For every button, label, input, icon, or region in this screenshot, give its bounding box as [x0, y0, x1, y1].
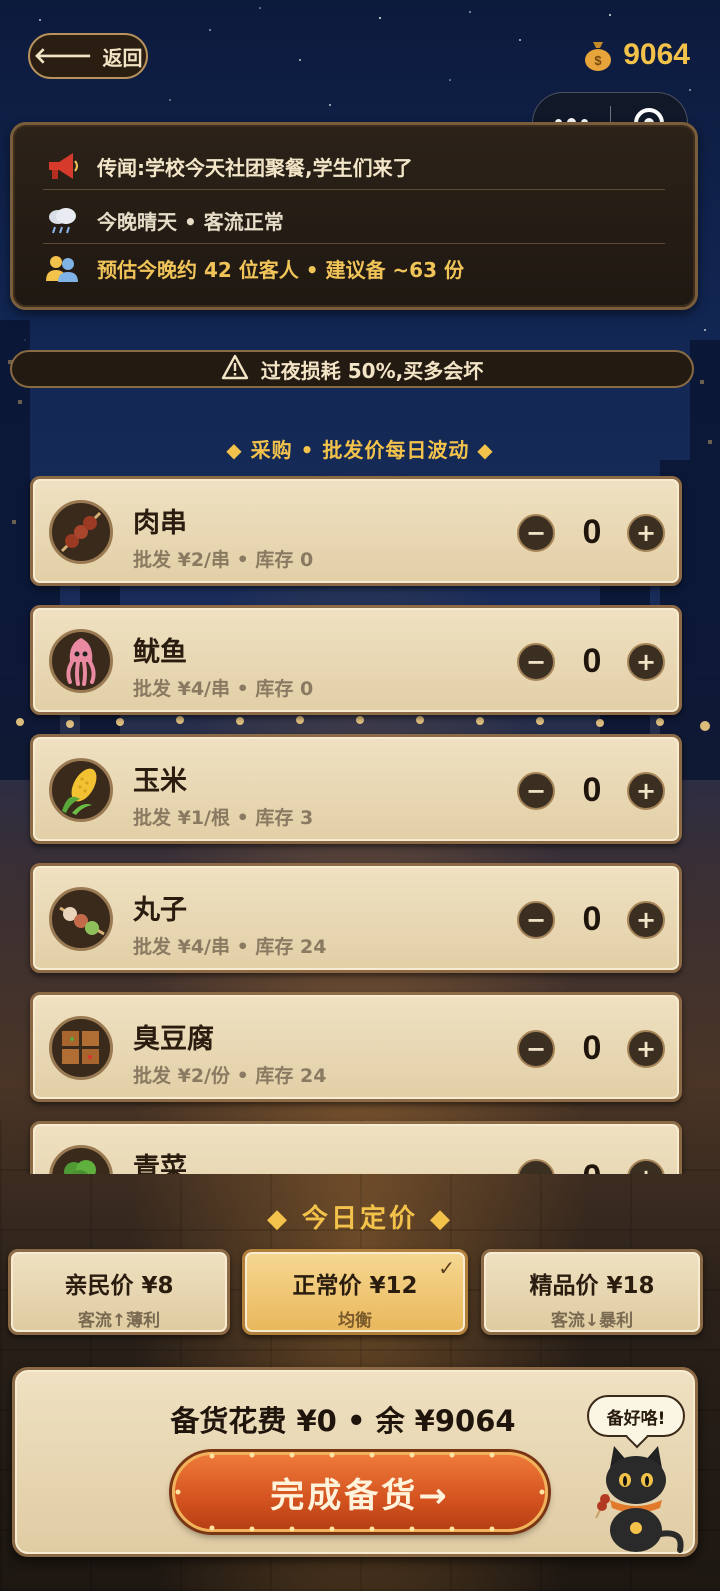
item-name: 肉串	[133, 508, 187, 539]
increase-button[interactable]: +	[627, 1030, 665, 1068]
minus-icon: −	[525, 519, 547, 547]
svg-text:$: $	[595, 53, 603, 68]
rumor-row: 传闻:学校今天社团聚餐,学生们来了	[43, 147, 413, 185]
price-option-premium[interactable]: 精品价 ¥18 客流↓暴利	[481, 1249, 703, 1335]
checkmark-icon: ✓	[438, 1256, 455, 1280]
item-price-stock: 批发 ¥1/根 • 库存 3	[133, 807, 314, 829]
warning-text: 过夜损耗 50%,买多会坏	[260, 358, 484, 383]
greens-icon	[49, 1145, 113, 1174]
price-option-label: 亲民价 ¥8	[64, 1273, 174, 1299]
decrease-button[interactable]: −	[517, 1030, 555, 1068]
speech-text: 备好咯!	[606, 1408, 666, 1429]
item-card-meatballs: 丸子 批发 ¥4/串 • 库存 24 − 0 +	[30, 863, 682, 973]
price-option-hint: 客流↑薄利	[77, 1311, 161, 1331]
item-name: 青菜	[133, 1153, 187, 1174]
increase-button[interactable]: +	[627, 643, 665, 681]
news-panel: 传闻:学校今天社团聚餐,学生们来了 今晚晴天 • 客流正常 预估今晚约 42 位…	[10, 122, 698, 310]
megaphone-icon	[43, 147, 81, 185]
black-cat-mascot	[595, 1446, 684, 1553]
item-price-stock: 批发 ¥2/串 • 库存 0	[133, 549, 314, 571]
coin-balance: $ 9064	[581, 38, 690, 72]
item-name: 丸子	[133, 895, 187, 926]
decrease-button[interactable]: −	[517, 643, 555, 681]
decrease-button[interactable]: −	[517, 514, 555, 552]
plus-icon: +	[635, 906, 657, 934]
quantity-value: 0	[582, 900, 602, 938]
warning-icon	[221, 354, 249, 385]
minus-icon: −	[525, 906, 547, 934]
purchase-list[interactable]: 肉串 批发 ¥2/串 • 库存 0 − 0 + 鱿鱼 批发 ¥4/串 • 库存 …	[0, 472, 720, 1174]
price-option-hint: 客流↓暴利	[550, 1311, 634, 1331]
quantity-value: 0	[582, 513, 602, 551]
item-name: 鱿鱼	[133, 637, 187, 668]
cost-summary: 备货花费 ¥0 • 余 ¥9064	[170, 1404, 516, 1438]
spoilage-warning: 过夜损耗 50%,买多会坏	[10, 350, 694, 388]
decrease-button[interactable]: −	[517, 1159, 555, 1174]
back-button[interactable]: 🡐 返回	[28, 33, 148, 79]
people-icon	[43, 249, 81, 287]
purchase-section-title: ◆ 采购 • 批发价每日波动 ◆	[226, 438, 494, 462]
corn-icon	[49, 758, 113, 822]
finish-stocking-label: 完成备货→	[270, 1475, 450, 1516]
decrease-button[interactable]: −	[517, 772, 555, 810]
pricing-section-title: ◆ 今日定价 ◆	[266, 1204, 454, 1234]
minus-icon: −	[526, 1166, 546, 1174]
item-card-greens: 青菜 − 0 +	[30, 1121, 682, 1174]
item-card-stinky-tofu: 臭豆腐 批发 ¥2/份 • 库存 24 − 0 +	[30, 992, 682, 1102]
coin-amount: 9064	[623, 38, 690, 71]
cloud-rain-icon	[43, 201, 81, 239]
minus-icon: −	[525, 777, 547, 805]
weather-text: 今晚晴天 • 客流正常	[97, 209, 284, 234]
increase-button[interactable]: +	[627, 901, 665, 939]
quantity-value: 0	[582, 771, 602, 809]
quantity-value: 0	[563, 1158, 621, 1174]
stinky-tofu-icon	[49, 1016, 113, 1080]
money-bag-icon: $	[585, 42, 612, 71]
item-name: 臭豆腐	[133, 1024, 214, 1055]
item-price-stock: 批发 ¥2/份 • 库存 24	[133, 1065, 327, 1087]
back-label: 返回	[102, 45, 143, 70]
weather-row: 今晚晴天 • 客流正常	[43, 201, 284, 239]
mascot-speech-bubble: 备好咯!	[587, 1395, 685, 1437]
item-card-corn: 玉米 批发 ¥1/根 • 库存 3 − 0 +	[30, 734, 682, 844]
price-option-label: 正常价 ¥12	[292, 1273, 418, 1299]
price-option-label: 精品价 ¥18	[529, 1273, 655, 1299]
meatball-skewer-icon	[49, 887, 113, 951]
price-option-hint: 均衡	[338, 1311, 372, 1331]
increase-button[interactable]: +	[627, 514, 665, 552]
increase-button[interactable]: +	[627, 772, 665, 810]
quantity-value: 0	[582, 1029, 602, 1067]
price-option-normal[interactable]: ✓ 正常价 ¥12 均衡	[242, 1249, 468, 1335]
decrease-button[interactable]: −	[517, 901, 555, 939]
squid-icon	[49, 629, 113, 693]
plus-icon: +	[635, 648, 657, 676]
plus-icon: +	[636, 1166, 656, 1174]
plus-icon: +	[635, 1035, 657, 1063]
minus-icon: −	[525, 1035, 547, 1063]
minus-icon: −	[525, 648, 547, 676]
plus-icon: +	[635, 777, 657, 805]
estimate-row: 预估今晚约 42 位客人 • 建议备 ~63 份	[43, 249, 464, 287]
arrow-left-icon: 🡐	[33, 44, 93, 69]
estimate-text: 预估今晚约 42 位客人 • 建议备 ~63 份	[97, 257, 464, 282]
item-name: 玉米	[133, 766, 187, 797]
item-price-stock: 批发 ¥4/串 • 库存 24	[133, 936, 327, 958]
item-card-squid: 鱿鱼 批发 ¥4/串 • 库存 0 − 0 +	[30, 605, 682, 715]
finish-stocking-button[interactable]: 完成备货→	[172, 1452, 548, 1532]
plus-icon: +	[635, 519, 657, 547]
item-price-stock: 批发 ¥4/串 • 库存 0	[133, 678, 314, 700]
price-option-budget[interactable]: 亲民价 ¥8 客流↑薄利	[8, 1249, 230, 1335]
increase-button[interactable]: +	[627, 1159, 665, 1174]
item-card-meat-skewer: 肉串 批发 ¥2/串 • 库存 0 − 0 +	[30, 476, 682, 586]
rumor-text: 传闻:学校今天社团聚餐,学生们来了	[97, 155, 413, 180]
meat-skewer-icon	[49, 500, 113, 564]
quantity-value: 0	[582, 642, 602, 680]
